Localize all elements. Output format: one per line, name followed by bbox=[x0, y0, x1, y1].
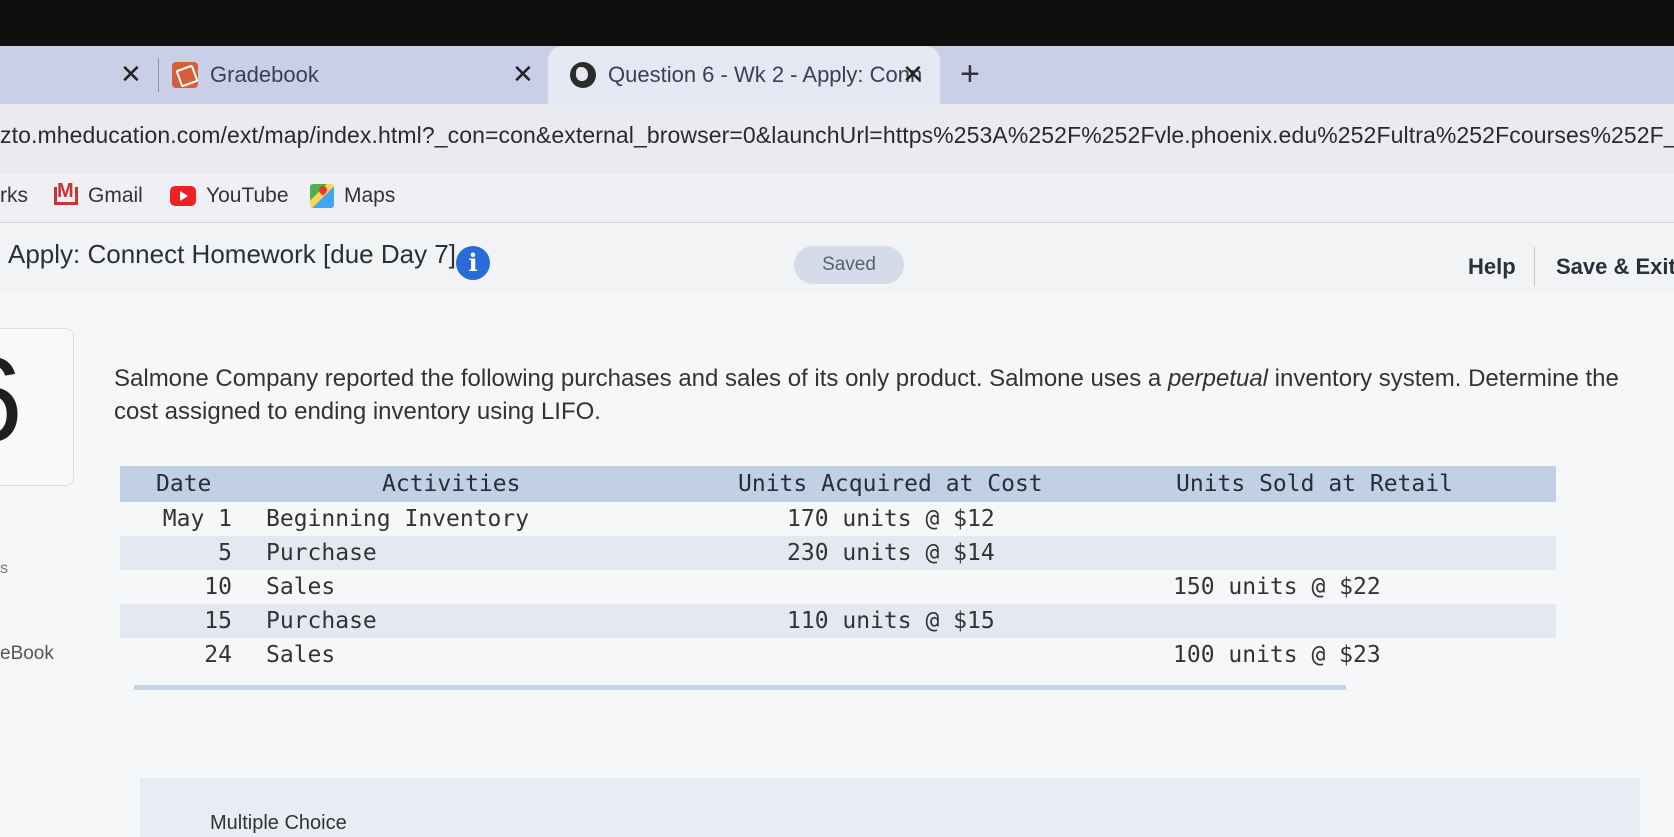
cell-date: May 1 bbox=[162, 506, 232, 532]
cell-sold: 150 units @ $22 bbox=[1173, 574, 1381, 600]
close-icon[interactable]: ✕ bbox=[120, 59, 142, 89]
header-units-acquired: Units Acquired at Cost bbox=[722, 466, 1128, 502]
info-icon[interactable]: i bbox=[456, 246, 490, 280]
globe-icon bbox=[570, 62, 596, 88]
cell-date: 24 bbox=[204, 642, 232, 668]
question-text: Salmone Company reported the following p… bbox=[114, 362, 1654, 428]
gmail-icon bbox=[54, 181, 78, 205]
tab-strip: ✕ Gradebook ✕ Question 6 - Wk 2 - Apply:… bbox=[0, 46, 1674, 104]
table-row: 15 Purchase 110 units @ $15 bbox=[120, 604, 1556, 638]
question-text-part: Salmone Company reported the following p… bbox=[114, 365, 1168, 392]
new-tab-button[interactable]: + bbox=[960, 56, 980, 92]
tab-question-6[interactable]: Question 6 - Wk 2 - Apply: Conn ✕ bbox=[548, 46, 940, 104]
cell-activity: Sales bbox=[266, 642, 336, 668]
bookmark-youtube[interactable]: YouTube bbox=[170, 184, 289, 208]
tab-gradebook[interactable]: Gradebook ✕ bbox=[172, 46, 534, 104]
bookmark-partial[interactable]: rks bbox=[0, 184, 28, 208]
table-row: 5 Purchase 230 units @ $14 bbox=[120, 536, 1556, 570]
cell-sold bbox=[1128, 502, 1556, 536]
tab-label: Question 6 - Wk 2 - Apply: Conn bbox=[608, 62, 923, 87]
address-bar[interactable]: zto.mheducation.com/ext/map/index.html?_… bbox=[0, 104, 1674, 174]
close-icon[interactable]: ✕ bbox=[902, 59, 924, 89]
bookmarks-bar: rks Gmail YouTube Maps bbox=[0, 174, 1674, 223]
table-bottom-rule bbox=[134, 685, 1346, 690]
youtube-icon bbox=[170, 186, 196, 206]
cell-date: 15 bbox=[120, 604, 266, 638]
ebook-link[interactable]: eBook bbox=[0, 643, 54, 665]
answer-area bbox=[140, 778, 1640, 837]
sidebar-partial-label: s bbox=[0, 560, 8, 577]
screen-bezel bbox=[0, 0, 1674, 46]
cell-acquired: 230 units @ $14 bbox=[722, 536, 1128, 570]
table-row: 10 Sales 150 units @ $22 bbox=[120, 570, 1556, 604]
bookmark-gmail[interactable]: Gmail bbox=[54, 181, 143, 208]
gradebook-icon bbox=[172, 62, 198, 88]
bookmark-maps[interactable]: Maps bbox=[310, 184, 395, 208]
bookmark-label: Maps bbox=[344, 184, 396, 207]
bookmark-label: Gmail bbox=[88, 184, 143, 207]
saved-status-badge: Saved bbox=[794, 246, 904, 284]
cell-sold bbox=[1128, 536, 1556, 570]
cell-date: 5 bbox=[120, 536, 266, 570]
cell-acquired: 170 units @ $12 bbox=[787, 506, 995, 532]
cell-acquired bbox=[722, 570, 1128, 604]
close-icon[interactable]: ✕ bbox=[512, 59, 534, 89]
table-header-row: Date Activities Units Acquired at Cost U… bbox=[120, 466, 1556, 502]
cell-acquired: 110 units @ $15 bbox=[722, 604, 1128, 638]
header-activities: Activities bbox=[266, 466, 722, 502]
cell-acquired bbox=[722, 638, 1128, 672]
tab-previous[interactable]: ✕ bbox=[0, 46, 158, 104]
table-row: 24 Sales 100 units @ $23 bbox=[120, 638, 1556, 672]
header-units-sold: Units Sold at Retail bbox=[1128, 466, 1556, 502]
cell-sold: 100 units @ $23 bbox=[1173, 642, 1381, 668]
cell-sold bbox=[1128, 604, 1556, 638]
table-row: May 1 Beginning Inventory 170 units @ $1… bbox=[120, 502, 1556, 536]
cell-activity: Beginning Inventory bbox=[266, 506, 530, 532]
header-date: Date bbox=[120, 466, 266, 502]
cell-activity: Sales bbox=[266, 574, 336, 600]
bookmark-label: YouTube bbox=[206, 184, 289, 207]
bookmark-label: rks bbox=[0, 184, 28, 207]
tab-label: Gradebook bbox=[210, 62, 319, 87]
cell-activity: Purchase bbox=[266, 604, 722, 638]
cell-activity: Purchase bbox=[266, 536, 722, 570]
help-button[interactable]: Help bbox=[1468, 254, 1516, 280]
tab-separator bbox=[158, 58, 159, 92]
question-number: 6 bbox=[0, 340, 23, 460]
answer-type-label: Multiple Choice bbox=[210, 812, 347, 834]
maps-icon bbox=[310, 184, 334, 208]
header-divider bbox=[1534, 247, 1535, 287]
assignment-title: Apply: Connect Homework [due Day 7] bbox=[8, 239, 456, 269]
cell-date: 10 bbox=[204, 574, 232, 600]
question-emphasis: perpetual bbox=[1167, 365, 1269, 392]
url-text[interactable]: zto.mheducation.com/ext/map/index.html?_… bbox=[0, 122, 1674, 149]
save-exit-button[interactable]: Save & Exit bbox=[1556, 254, 1674, 280]
inventory-table: Date Activities Units Acquired at Cost U… bbox=[120, 466, 1556, 672]
